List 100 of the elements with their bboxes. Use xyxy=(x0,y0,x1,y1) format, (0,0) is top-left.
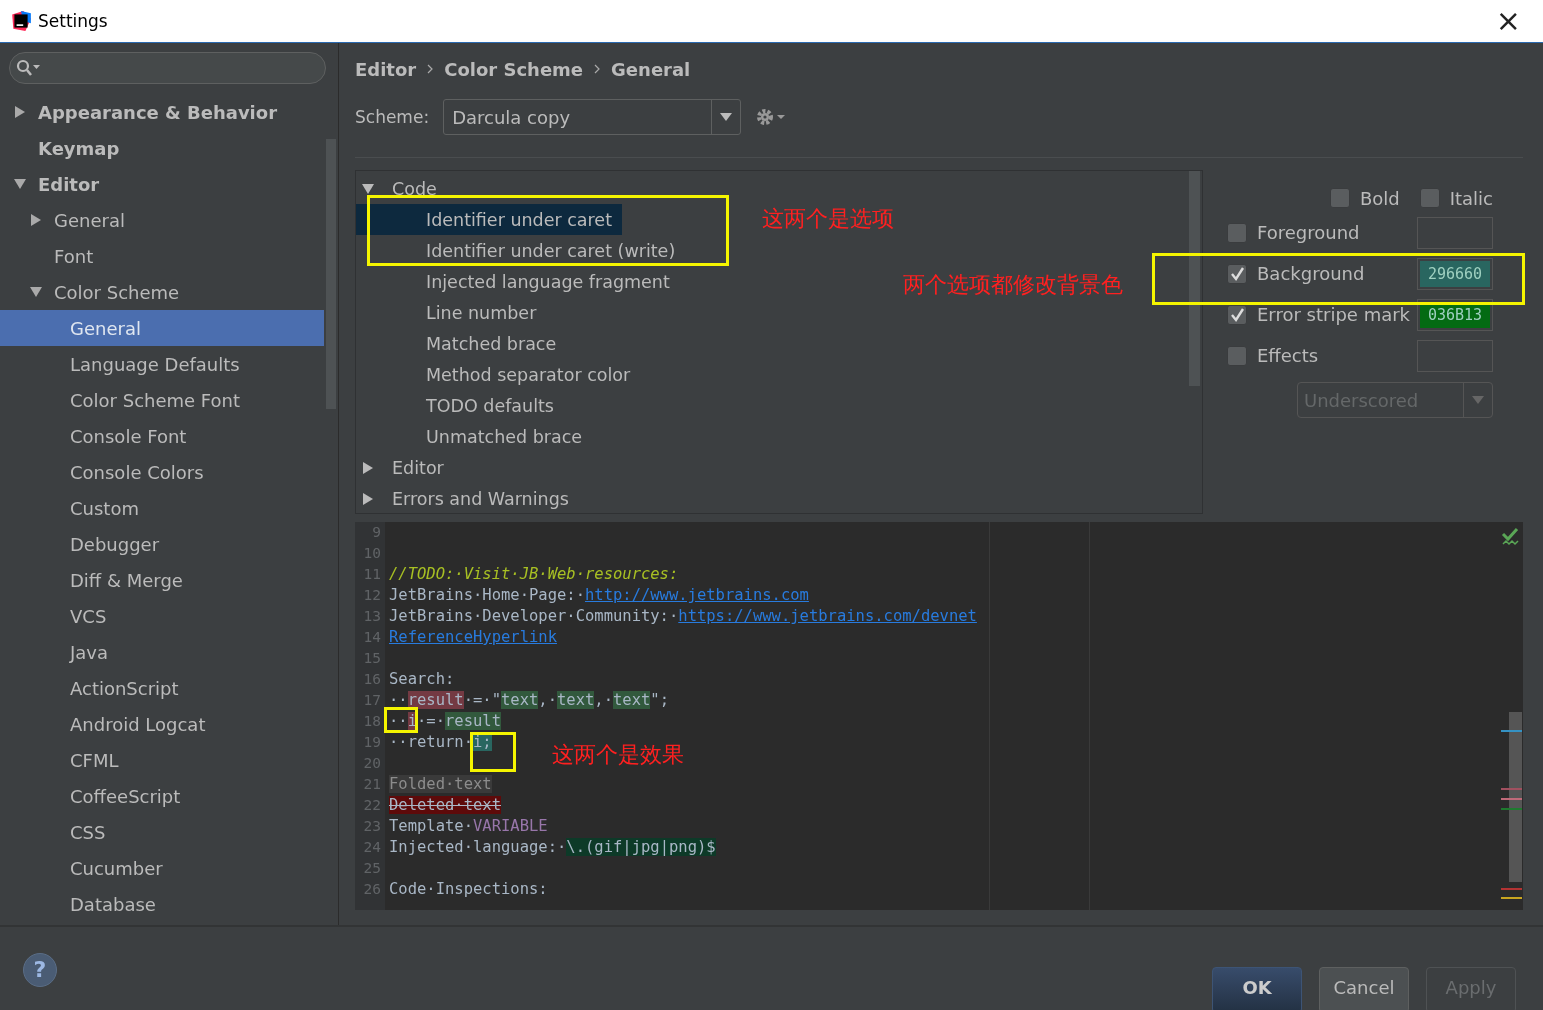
code-text: result xyxy=(445,712,501,730)
code-text: text xyxy=(557,691,595,709)
tree-item[interactable]: Identifier under caret xyxy=(356,204,622,235)
breadcrumb-item: Color Scheme xyxy=(444,58,584,80)
code-text: Injected·language:· xyxy=(389,838,567,856)
code-text: \.(gif|jpg|png)$ xyxy=(566,838,716,856)
tree-item[interactable]: Editor xyxy=(356,452,454,483)
code-text: "; xyxy=(650,691,669,709)
annotation-note: 这两个是效果 xyxy=(552,741,684,769)
color-swatch[interactable] xyxy=(1417,216,1493,249)
code-text: ,· xyxy=(594,691,613,709)
sidebar-item[interactable]: Java xyxy=(0,634,324,670)
breadcrumb-item: General xyxy=(611,58,691,80)
code-text: https://www.jetbrains.com/devnet xyxy=(678,607,977,625)
highlight-frame xyxy=(384,707,418,733)
color-swatch[interactable] xyxy=(1417,339,1493,372)
dialog-button[interactable]: OK xyxy=(1212,966,1302,1010)
tree-item[interactable]: Matched brace xyxy=(356,328,567,359)
checkbox[interactable]: Bold xyxy=(1329,187,1400,209)
code-text: VARIABLE xyxy=(473,817,548,835)
code-text: text xyxy=(613,691,651,709)
tree-item[interactable]: Method separator color xyxy=(356,359,641,390)
help-button[interactable]: ? xyxy=(23,952,57,987)
scheme-label: Scheme: xyxy=(355,107,430,127)
checkbox[interactable]: Italic xyxy=(1419,187,1493,209)
dropdown-arrow-icon xyxy=(720,113,733,121)
sidebar-item[interactable]: Appearance & Behavior xyxy=(0,94,324,130)
code-text: ·=·" xyxy=(463,691,501,709)
code-text: text xyxy=(501,691,539,709)
close-button[interactable]: × xyxy=(1489,6,1527,36)
sidebar-item[interactable]: VCS xyxy=(0,598,324,634)
highlight-frame xyxy=(470,732,516,772)
sidebar-item[interactable]: Cucumber xyxy=(0,850,324,886)
tree-item[interactable]: Errors and Warnings xyxy=(356,483,579,513)
sidebar-item[interactable]: Color Scheme xyxy=(0,274,324,310)
tree-item[interactable]: Unmatched brace xyxy=(356,421,593,452)
search-field[interactable] xyxy=(9,52,326,84)
tree-item[interactable]: Identifier under caret (write) xyxy=(356,235,686,266)
code-text: Template· xyxy=(389,817,473,835)
code-text: ·· xyxy=(389,712,408,730)
code-text: ·· xyxy=(389,691,408,709)
tree-item[interactable]: Injected language fragment xyxy=(356,266,680,297)
code-text: Deleted·text xyxy=(389,796,501,814)
chevron-icon xyxy=(426,63,435,75)
expanded-arrow-icon[interactable] xyxy=(14,178,26,190)
code-text: Search: xyxy=(389,670,455,688)
collapsed-arrow-icon[interactable] xyxy=(30,214,42,226)
collapsed-arrow-icon[interactable] xyxy=(362,461,374,474)
app-logo-icon xyxy=(10,10,32,32)
tree-item[interactable]: Code xyxy=(356,173,447,204)
sidebar-item[interactable]: General xyxy=(0,202,324,238)
sidebar-item[interactable]: Android Logcat xyxy=(0,706,324,742)
sidebar-item[interactable]: CoffeeScript xyxy=(0,778,324,814)
sidebar-item[interactable]: Console Colors xyxy=(0,454,324,490)
sidebar-item[interactable]: Custom xyxy=(0,490,324,526)
tree-item[interactable]: Line number xyxy=(356,297,547,328)
expanded-arrow-icon[interactable] xyxy=(362,182,374,195)
settings-icon[interactable] xyxy=(755,106,788,128)
code-text: ReferenceHyperlink xyxy=(389,628,557,646)
color-swatch[interactable]: 296660 xyxy=(1417,257,1493,290)
color-swatch[interactable]: 036B13 xyxy=(1417,298,1493,331)
tree-item[interactable]: TODO defaults xyxy=(356,390,564,421)
code-text: Code·Inspections: xyxy=(389,880,548,898)
checkbox[interactable]: Foreground xyxy=(1227,222,1360,243)
code-text: JetBrains·Developer·Community:· xyxy=(389,607,679,625)
expanded-arrow-icon[interactable] xyxy=(30,286,42,298)
sidebar-item[interactable]: Database xyxy=(0,886,324,922)
check-icon xyxy=(1501,528,1519,546)
sidebar-item[interactable]: Keymap xyxy=(0,130,324,166)
sidebar-item[interactable]: Editor xyxy=(0,166,324,202)
annotation-note: 两个选项都修改背景色 xyxy=(903,271,1123,299)
code-text: ··return· xyxy=(389,733,473,751)
search-icon xyxy=(16,59,42,77)
dialog-button[interactable]: Cancel xyxy=(1319,966,1409,1010)
collapsed-arrow-icon[interactable] xyxy=(14,106,26,118)
sidebar-item[interactable]: CSS xyxy=(0,814,324,850)
sidebar-item[interactable]: Font xyxy=(0,238,324,274)
sidebar-item[interactable]: General xyxy=(0,310,324,346)
checkmark-icon xyxy=(1229,306,1245,323)
code-text: Folded·text xyxy=(389,775,492,793)
code-text: ·=· xyxy=(417,712,445,730)
sidebar-item[interactable]: Language Defaults xyxy=(0,346,324,382)
checkbox[interactable]: Error stripe mark xyxy=(1227,304,1411,325)
checkbox[interactable]: Effects xyxy=(1227,345,1319,366)
sidebar-item[interactable]: Diff & Merge xyxy=(0,562,324,598)
sidebar-item[interactable]: Console Font xyxy=(0,418,324,454)
window-title: Settings xyxy=(38,11,108,31)
code-text: ,· xyxy=(538,691,557,709)
scrollbar[interactable] xyxy=(1189,171,1200,386)
scheme-dropdown[interactable]: Darcula copy xyxy=(443,99,742,135)
sidebar-item[interactable]: ActionScript xyxy=(0,670,324,706)
code-text: http://www.jetbrains.com xyxy=(584,586,809,604)
sidebar-item[interactable]: Color Scheme Font xyxy=(0,382,324,418)
annotation-note: 这两个是选项 xyxy=(762,205,894,233)
collapsed-arrow-icon[interactable] xyxy=(362,492,374,505)
checkmark-icon xyxy=(1229,265,1245,282)
sidebar-item[interactable]: Debugger xyxy=(0,526,324,562)
breadcrumb-item: Editor xyxy=(355,58,417,80)
checkbox[interactable]: Background xyxy=(1227,263,1365,284)
sidebar-item[interactable]: CFML xyxy=(0,742,324,778)
